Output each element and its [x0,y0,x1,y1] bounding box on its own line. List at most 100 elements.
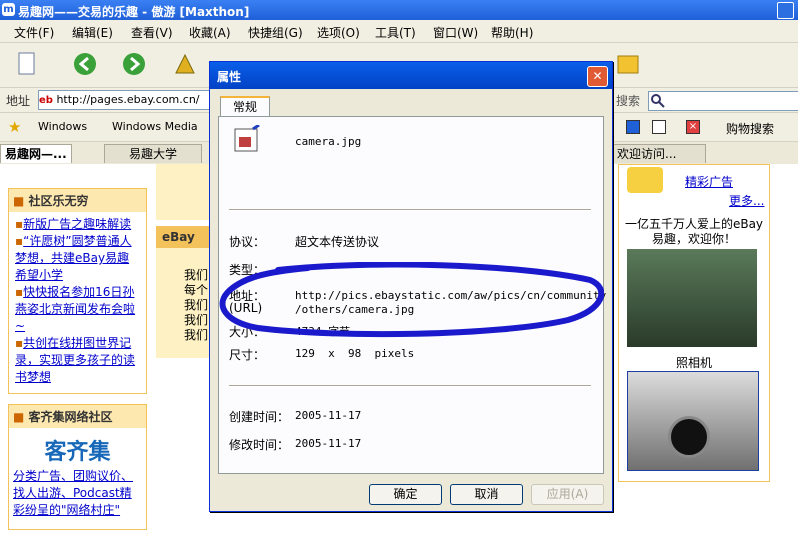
fav-item-windows-media[interactable]: Windows Media [112,120,198,133]
menu-help[interactable]: 帮助(H) [491,24,533,41]
tab-welcome[interactable]: 欢迎访问... [612,144,706,163]
menu-file[interactable]: 文件(F) [14,24,54,41]
address-url: http://pages.ebay.com.cn/ [56,93,200,106]
window-title-bar[interactable]: m 易趣网——交易的乐趣 - 傲游 [Maxthon] [0,0,798,20]
camera-lens-icon [668,416,710,458]
forward-arrow-icon [123,53,145,75]
up-button[interactable] [172,51,198,77]
address-line-1: http://pics.ebaystatic.com/aw/pics/cn/co… [295,289,607,302]
menu-favorites[interactable]: 收藏(A) [189,24,231,41]
divider [229,209,591,211]
camera-caption: 照相机 [675,356,712,370]
community-link[interactable]: ▪共创在线拼图世界记录，实现更多孩子的读书梦想 [15,335,140,386]
community-link[interactable]: ▪快快报名参加16日孙燕姿北京新闻发布会啦~ [15,284,140,335]
shopping-search-link[interactable]: 购物搜索 [726,120,774,137]
community-panel: ■ 社区乐无穷 ▪新版广告之趣味解读 ▪“许愿树”圆梦普通人梦想，共建eBay易… [8,188,147,394]
ebay-section-header: eBay [156,226,210,248]
tab-ebay-label: 易趣网—... [5,147,67,161]
dimensions-value: 129 x 98 pixels [295,347,415,360]
right-sidebar: 精彩广告 更多... 一亿五千万人爱上的eBay易趣，欢迎你！ 照相机 [618,164,770,482]
size-label: 大小： [229,325,266,339]
modified-value: 2005-11-17 [295,437,362,450]
community-link[interactable]: ▪新版广告之趣味解读 [15,216,140,233]
protocol-value: 超文本传送协议 [295,235,380,249]
me-item: 我们 [184,298,209,312]
restore-tab-button[interactable] [652,120,666,134]
community-title: ■ 社区乐无穷 [9,189,146,212]
dialog-title-bar[interactable]: 属性 ✕ [210,62,612,89]
tab-general-label: 常规 [232,100,257,114]
up-arrow-icon [175,53,195,74]
ok-button[interactable]: 确定 [369,484,442,505]
me-item: 我们 [184,328,209,342]
kqj-logo: 客齐集 [44,440,111,465]
address-input[interactable]: eb http://pages.ebay.com.cn/ [38,90,215,110]
tab-general[interactable]: 常规 [220,96,270,118]
close-tab-icon[interactable]: × [686,120,700,134]
notes-button[interactable] [615,51,641,77]
camera-photo[interactable] [627,371,759,471]
close-icon[interactable]: ✕ [587,66,608,87]
divider [229,385,591,387]
created-value: 2005-11-17 [295,409,362,422]
me-item: 我们 [184,313,209,327]
menu-view[interactable]: 查看(V) [131,24,173,41]
dialog-panel: camera.jpg 协议： 超文本传送协议 类型： 地址： (URL) htt… [218,116,607,474]
kqj-link[interactable]: 分类广告、团购议价、找人出游、Podcast精彩纷呈的"网络村庄" [13,469,133,517]
tab-welcome-label: 欢迎访问... [617,147,677,161]
community-link[interactable]: ▪“许愿树”圆梦普通人梦想，共建eBay易趣希望小学 [15,233,140,284]
search-label: 搜索 [616,94,641,108]
address-label: 地址 [6,94,31,108]
more-link[interactable]: 更多... [729,193,764,210]
back-button[interactable] [72,51,98,77]
star-icon: ★ [8,118,22,136]
menu-quickgroup[interactable]: 快捷组(G) [248,24,303,41]
window-title: 易趣网——交易的乐趣 - 傲游 [Maxthon] [18,5,250,19]
ebay-favicon: eb [39,95,53,106]
me-item: 我们 [184,268,209,282]
community-links: ▪新版广告之趣味解读 ▪“许愿树”圆梦普通人梦想，共建eBay易趣希望小学 ▪快… [9,212,146,390]
dimensions-label: 尺寸： [229,348,266,362]
ad-link[interactable]: 精彩广告 [685,174,733,191]
ad-photo[interactable] [627,249,757,347]
center-banner [156,164,210,220]
maxthon-icon: m [2,3,15,16]
protocol-label: 协议： [229,235,266,249]
image-file-icon [234,125,260,152]
search-input[interactable] [648,91,798,111]
type-label: 类型： [229,263,266,277]
forward-button[interactable] [121,51,147,77]
menu-tools[interactable]: 工具(T) [375,24,416,41]
tab-ebay-university[interactable]: 易趣大学 [104,144,202,163]
kqj-title: ■ 客齐集网络社区 [9,405,146,428]
ebay-section-body: 我们 每个 我们 我们 我们 [156,248,210,358]
dialog-title: 属性 [217,70,242,84]
maximize-button[interactable] [777,2,794,19]
file-name: camera.jpg [295,135,362,148]
size-value: 4734 字节 [295,325,351,338]
tab-ebay-university-label: 易趣大学 [128,147,177,161]
search-icon [651,94,665,108]
back-arrow-icon [74,53,96,75]
apply-button[interactable]: 应用(A) [531,484,604,505]
fav-item-windows[interactable]: Windows [38,120,87,133]
address-line-2: /others/camera.jpg [295,303,415,316]
menu-window[interactable]: 窗口(W) [433,24,478,41]
menu-bar: 文件(F) 编辑(E) 查看(V) 收藏(A) 快捷组(G) 选项(O) 工具(… [0,20,798,43]
created-label: 创建时间： [229,410,290,424]
minimize-tab-button[interactable] [626,120,640,134]
notes-icon [617,55,639,74]
url-label: (URL) [229,301,263,315]
modified-label: 修改时间： [229,438,290,452]
right-headline: 一亿五千万人爱上的eBay易趣，欢迎你！ [624,217,764,246]
properties-dialog: 属性 ✕ 常规 camera.jpg 协议： 超文本传送协议 类型： 地址： (… [209,61,613,512]
mascot-icon [627,167,663,193]
new-page-icon [18,52,35,75]
tab-ebay[interactable]: 易趣网—... [0,144,72,163]
menu-options[interactable]: 选项(O) [317,24,360,41]
new-page-button[interactable] [14,51,40,77]
me-item: 每个 [184,283,209,297]
cancel-button[interactable]: 取消 [450,484,523,505]
kqj-panel: ■ 客齐集网络社区 客齐集 分类广告、团购议价、找人出游、Podcast精彩纷呈… [8,404,147,530]
menu-edit[interactable]: 编辑(E) [72,24,113,41]
